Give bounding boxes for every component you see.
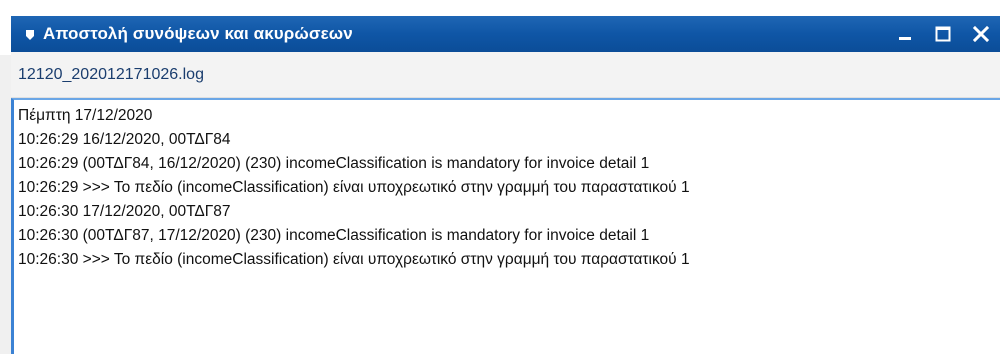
log-line: 10:26:30 17/12/2020, 00ΤΔΓ87 [18, 203, 231, 220]
log-line: 10:26:30 (00ΤΔΓ87, 17/12/2020) (230) inc… [18, 227, 650, 244]
log-line: 10:26:29 (00ΤΔΓ84, 16/12/2020) (230) inc… [18, 155, 650, 172]
maximize-button[interactable] [924, 16, 962, 52]
pin-icon [25, 28, 35, 40]
maximize-icon [935, 26, 951, 42]
log-line: Πέμπτη 17/12/2020 [18, 107, 153, 124]
window-controls [886, 16, 1000, 52]
minimize-button[interactable] [886, 16, 924, 52]
minimize-icon [899, 37, 911, 40]
window-title: Αποστολή συνόψεων και ακυρώσεων [43, 24, 353, 43]
title-bar-area: Αποστολή συνόψεων και ακυρώσεων [0, 0, 1000, 55]
log-line: 10:26:29 16/12/2020, 00ΤΔΓ84 [18, 131, 231, 148]
log-file-link[interactable]: 12120_202012171026.log [18, 66, 204, 84]
log-text-area[interactable]: Πέμπτη 17/12/2020 10:26:29 16/12/2020, 0… [11, 98, 1000, 354]
close-icon [973, 26, 989, 42]
log-window: Αποστολή συνόψεων και ακυρώσεων 12120_20… [0, 0, 1000, 354]
title-bar[interactable]: Αποστολή συνόψεων και ακυρώσεων [11, 16, 1000, 52]
log-line: 10:26:30 >>> Το πεδίο (incomeClassificat… [18, 251, 690, 268]
log-line: 10:26:29 >>> Το πεδίο (incomeClassificat… [18, 179, 690, 196]
close-button[interactable] [962, 16, 1000, 52]
file-bar: 12120_202012171026.log [11, 52, 1000, 98]
